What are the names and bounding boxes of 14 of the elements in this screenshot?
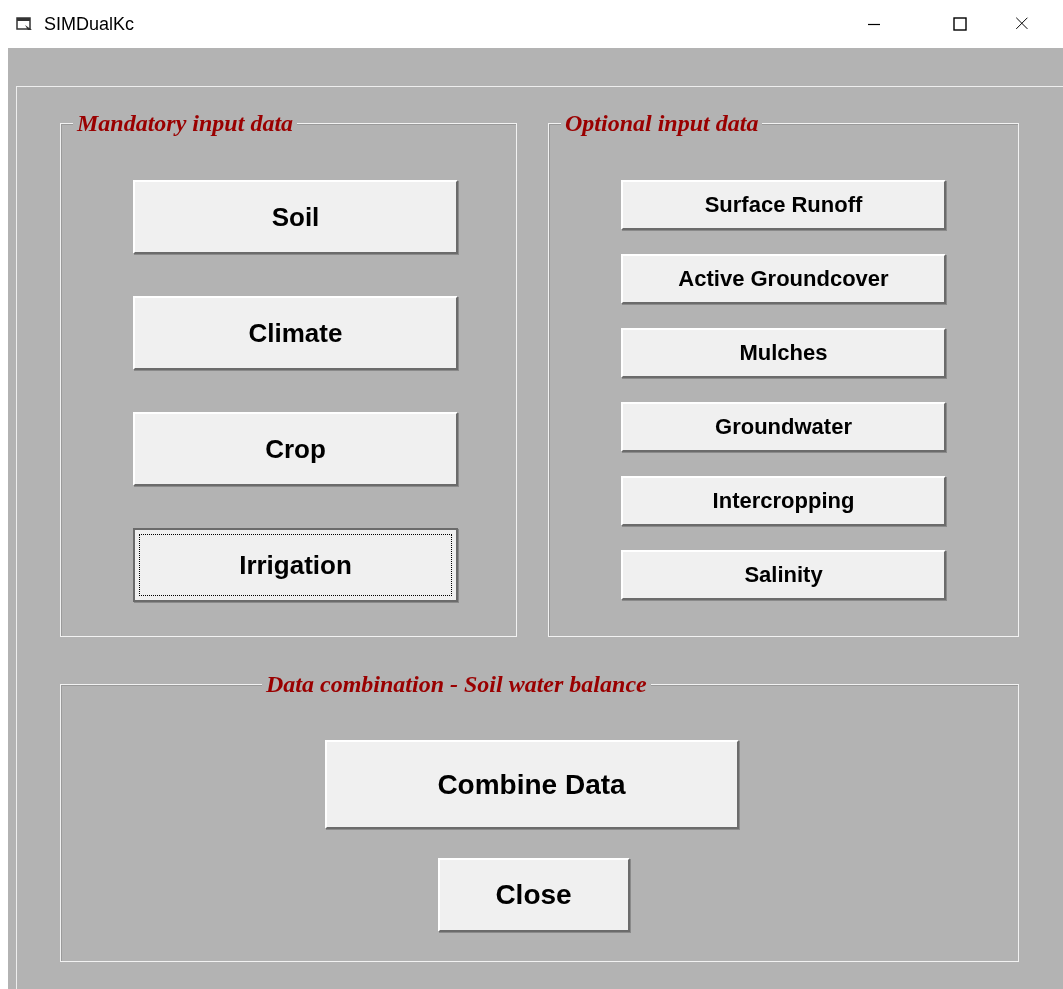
action-button[interactable]: Irrigation — [133, 528, 458, 602]
action-button[interactable]: Intercropping — [621, 476, 946, 526]
action-button[interactable]: Salinity — [621, 550, 946, 600]
action-button[interactable]: Combine Data — [324, 740, 739, 829]
action-button[interactable]: Groundwater — [621, 402, 946, 452]
window-title: SIMDualKc — [44, 13, 135, 35]
action-button[interactable]: Active Groundcover — [621, 254, 946, 304]
action-button[interactable]: Surface Runoff — [621, 180, 946, 230]
action-button[interactable]: Soil — [133, 180, 458, 254]
action-button[interactable]: Mulches — [621, 328, 946, 378]
action-button[interactable]: Climate — [133, 296, 458, 370]
app-icon — [16, 16, 34, 32]
action-button[interactable]: Crop — [133, 412, 458, 486]
close-button[interactable]: Close — [437, 858, 630, 932]
